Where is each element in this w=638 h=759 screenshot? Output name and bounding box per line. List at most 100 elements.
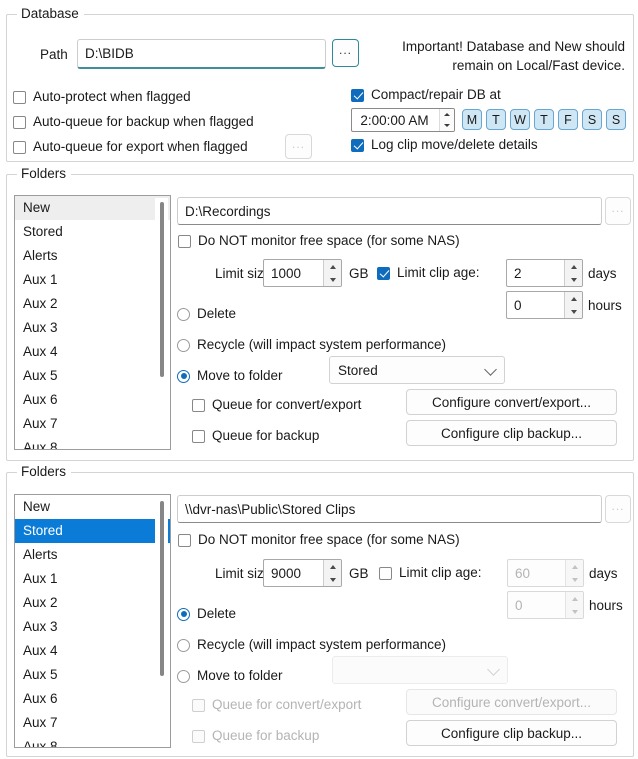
list-item[interactable]: Alerts: [15, 244, 170, 268]
list-item[interactable]: Aux 6: [15, 687, 170, 711]
spinner-arrows[interactable]: [565, 592, 583, 618]
compact-time-spinner[interactable]: 2:00:00 AM: [351, 108, 455, 132]
list-item[interactable]: Stored: [15, 519, 170, 543]
folders-1-delete-radio[interactable]: Delete: [177, 306, 236, 322]
folders-1-limit-clip-age-checkbox[interactable]: Limit clip age:: [377, 265, 480, 281]
list-item[interactable]: Stored: [15, 220, 170, 244]
folders-2-hours-label: hours: [589, 598, 623, 613]
list-item[interactable]: Aux 7: [15, 711, 170, 735]
folders-2-path-input[interactable]: \\dvr-nas\Public\Stored Clips: [177, 495, 602, 523]
spinner-up-icon[interactable]: [566, 592, 583, 605]
spinner-arrows[interactable]: [323, 560, 341, 586]
spinner-down-icon[interactable]: [324, 573, 341, 586]
list-item[interactable]: Aux 4: [15, 639, 170, 663]
spinner-down-icon[interactable]: [566, 573, 583, 586]
folders-1-configure-backup-button[interactable]: Configure clip backup...: [406, 420, 617, 446]
folders-2-do-not-monitor-checkbox[interactable]: Do NOT monitor free space (for some NAS): [178, 532, 460, 548]
folders-2-limit-clip-age-checkbox[interactable]: Limit clip age:: [379, 565, 482, 581]
ellipsis-icon: ...: [291, 136, 305, 151]
folders-2-limit-size-spinner[interactable]: 9000: [263, 559, 342, 587]
scrollbar-thumb[interactable]: [160, 501, 164, 676]
folders-1-queue-backup-checkbox[interactable]: Queue for backup: [192, 428, 319, 444]
folders-1-list[interactable]: New Stored Alerts Aux 1 Aux 2 Aux 3 Aux …: [14, 195, 171, 450]
folders-1-move-target-combo[interactable]: Stored: [329, 356, 505, 384]
log-clip-checkbox[interactable]: Log clip move/delete details: [351, 137, 538, 153]
spinner-down-icon[interactable]: [566, 605, 583, 618]
radio-circle: [177, 369, 190, 383]
day-toggle-sunday[interactable]: S: [606, 109, 626, 130]
list-item[interactable]: Aux 3: [15, 316, 170, 340]
folders-2-list[interactable]: New Stored Alerts Aux 1 Aux 2 Aux 3 Aux …: [14, 494, 171, 748]
spinner-arrows[interactable]: [323, 260, 341, 286]
list-item[interactable]: New: [15, 196, 170, 220]
day-toggle-friday[interactable]: F: [558, 109, 578, 130]
spinner-down-icon[interactable]: [565, 305, 582, 318]
day-toggle-saturday[interactable]: S: [582, 109, 602, 130]
folders-2-move-target-combo[interactable]: [332, 656, 508, 684]
list-item[interactable]: Alerts: [15, 543, 170, 567]
checkbox-box: [351, 138, 364, 152]
list-item[interactable]: Aux 3: [15, 615, 170, 639]
folders-1-path-browse-button[interactable]: ...: [605, 197, 631, 225]
list-item[interactable]: Aux 1: [15, 567, 170, 591]
spinner-up-icon[interactable]: [566, 560, 583, 573]
spinner-arrows[interactable]: [564, 292, 582, 318]
auto-queue-backup-checkbox[interactable]: Auto-queue for backup when flagged: [13, 114, 254, 130]
spinner-arrows[interactable]: [439, 109, 454, 131]
scrollbar-thumb[interactable]: [160, 202, 164, 377]
spinner-arrows[interactable]: [565, 560, 583, 586]
folders-2-recycle-radio[interactable]: Recycle (will impact system performance): [177, 637, 446, 653]
list-item[interactable]: Aux 8: [15, 735, 170, 747]
folders-1-days-spinner[interactable]: 2: [506, 259, 583, 287]
day-toggle-thursday[interactable]: T: [534, 109, 554, 130]
folders-2-delete-radio[interactable]: Delete: [177, 606, 236, 622]
spinner-up-icon[interactable]: [440, 109, 454, 120]
folders-1-queue-convert-checkbox[interactable]: Queue for convert/export: [192, 397, 361, 413]
folders-2-configure-backup-button[interactable]: Configure clip backup...: [406, 720, 617, 746]
auto-protect-checkbox[interactable]: Auto-protect when flagged: [13, 89, 191, 105]
list-item[interactable]: Aux 5: [15, 663, 170, 687]
auto-queue-export-checkbox[interactable]: Auto-queue for export when flagged: [13, 139, 248, 155]
folders-2-list-scrollbar[interactable]: [155, 497, 168, 745]
day-toggle-tuesday[interactable]: T: [486, 109, 506, 130]
list-item[interactable]: Aux 1: [15, 268, 170, 292]
spinner-down-icon[interactable]: [565, 273, 582, 286]
list-item[interactable]: Aux 5: [15, 364, 170, 388]
folders-2-hours-spinner[interactable]: 0: [507, 591, 584, 619]
list-item[interactable]: New: [15, 495, 170, 519]
folders-1-do-not-monitor-checkbox[interactable]: Do NOT monitor free space (for some NAS): [178, 233, 460, 249]
list-item[interactable]: Aux 6: [15, 388, 170, 412]
folders-1-path-input[interactable]: D:\Recordings: [177, 197, 602, 225]
folders-1-recycle-radio[interactable]: Recycle (will impact system performance): [177, 337, 446, 353]
day-toggle-monday[interactable]: M: [462, 109, 482, 130]
list-item[interactable]: Aux 7: [15, 412, 170, 436]
day-toggle-monday-label: M: [466, 112, 478, 127]
spinner-arrows[interactable]: [564, 260, 582, 286]
list-item[interactable]: Aux 8: [15, 436, 170, 449]
auto-protect-label: Auto-protect when flagged: [33, 89, 191, 104]
folders-2-path-browse-button[interactable]: ...: [605, 495, 631, 523]
folders-1-hours-spinner[interactable]: 0: [506, 291, 583, 319]
folders-1-limit-clip-age-label: Limit clip age:: [397, 265, 480, 280]
folders-2-do-not-monitor-label: Do NOT monitor free space (for some NAS): [198, 532, 460, 547]
list-item[interactable]: Aux 2: [15, 591, 170, 615]
spinner-down-icon[interactable]: [324, 273, 341, 286]
list-item[interactable]: Aux 4: [15, 340, 170, 364]
spinner-up-icon[interactable]: [324, 260, 341, 273]
spinner-up-icon[interactable]: [324, 560, 341, 573]
compact-repair-checkbox[interactable]: Compact/repair DB at: [351, 87, 501, 103]
folders-1-move-to-folder-radio[interactable]: Move to folder: [177, 368, 283, 384]
database-path-browse-button[interactable]: ...: [332, 39, 359, 67]
auto-queue-export-browse-button[interactable]: ...: [285, 134, 312, 159]
folders-1-configure-convert-button[interactable]: Configure convert/export...: [406, 389, 617, 415]
spinner-up-icon[interactable]: [565, 292, 582, 305]
day-toggle-wednesday[interactable]: W: [510, 109, 530, 130]
folders-2-move-to-folder-radio[interactable]: Move to folder: [177, 668, 283, 684]
spinner-up-icon[interactable]: [565, 260, 582, 273]
spinner-down-icon[interactable]: [440, 120, 454, 131]
list-item[interactable]: Aux 2: [15, 292, 170, 316]
folders-1-list-scrollbar[interactable]: [155, 198, 168, 447]
folders-2-days-spinner[interactable]: 60: [507, 559, 584, 587]
folders-1-limit-size-spinner[interactable]: 1000: [263, 259, 342, 287]
database-path-input[interactable]: D:\BIDB: [77, 39, 326, 69]
